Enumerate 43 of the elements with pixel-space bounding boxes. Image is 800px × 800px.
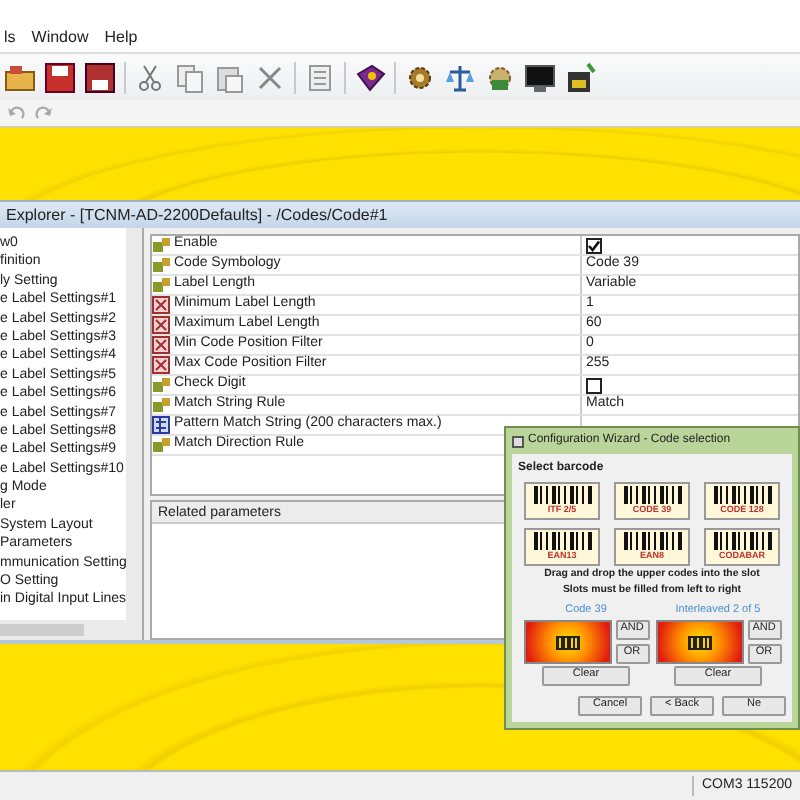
checkbox[interactable] xyxy=(586,377,602,393)
folder-icon[interactable] xyxy=(4,61,36,93)
parameter-icon xyxy=(152,376,170,394)
save-icon[interactable] xyxy=(84,61,116,93)
list-icon[interactable] xyxy=(304,61,336,93)
barcode-icon xyxy=(555,635,579,650)
range-icon xyxy=(152,356,170,374)
barcode-icon xyxy=(623,532,681,551)
copy-icon[interactable] xyxy=(174,61,206,93)
paste-icon[interactable] xyxy=(214,61,246,93)
delete-icon[interactable] xyxy=(254,61,286,93)
barcode-icon xyxy=(533,532,591,551)
checkbox[interactable] xyxy=(586,237,602,253)
parameter-icon xyxy=(152,436,170,454)
barcode-icon xyxy=(713,532,771,551)
gear-icon[interactable] xyxy=(484,61,516,93)
range-icon xyxy=(152,336,170,354)
parameter-icon xyxy=(152,236,170,254)
gear-icon[interactable] xyxy=(404,61,436,93)
menu-item[interactable]: Window xyxy=(31,30,89,46)
scrollbar[interactable] xyxy=(0,620,142,640)
grid-icon xyxy=(152,416,170,434)
barcode-icon xyxy=(713,486,771,505)
menu-item[interactable]: Help xyxy=(104,30,138,46)
menu-item[interactable]: ls xyxy=(4,30,16,46)
parameter-icon xyxy=(152,256,170,274)
range-icon xyxy=(152,316,170,334)
window-icon[interactable] xyxy=(512,435,524,447)
range-icon xyxy=(152,296,170,314)
parameter-icon xyxy=(152,276,170,294)
parameter-icon xyxy=(152,396,170,414)
panel-title: Explorer - [TCNM-AD-2200Defaults] - /Codes/Code#1 xyxy=(0,200,800,228)
barcode-icon xyxy=(533,486,591,505)
barcode-icon xyxy=(623,486,681,505)
scale-icon[interactable] xyxy=(444,61,476,93)
monitor-icon[interactable] xyxy=(524,61,556,93)
barcode-icon xyxy=(687,635,711,650)
device-icon[interactable] xyxy=(564,61,596,93)
save-icon[interactable] xyxy=(44,61,76,93)
barcode-slot[interactable] xyxy=(523,620,611,665)
barcode-slot[interactable] xyxy=(655,620,743,665)
scrollbar[interactable] xyxy=(126,228,142,620)
scissors-icon[interactable] xyxy=(134,61,166,93)
